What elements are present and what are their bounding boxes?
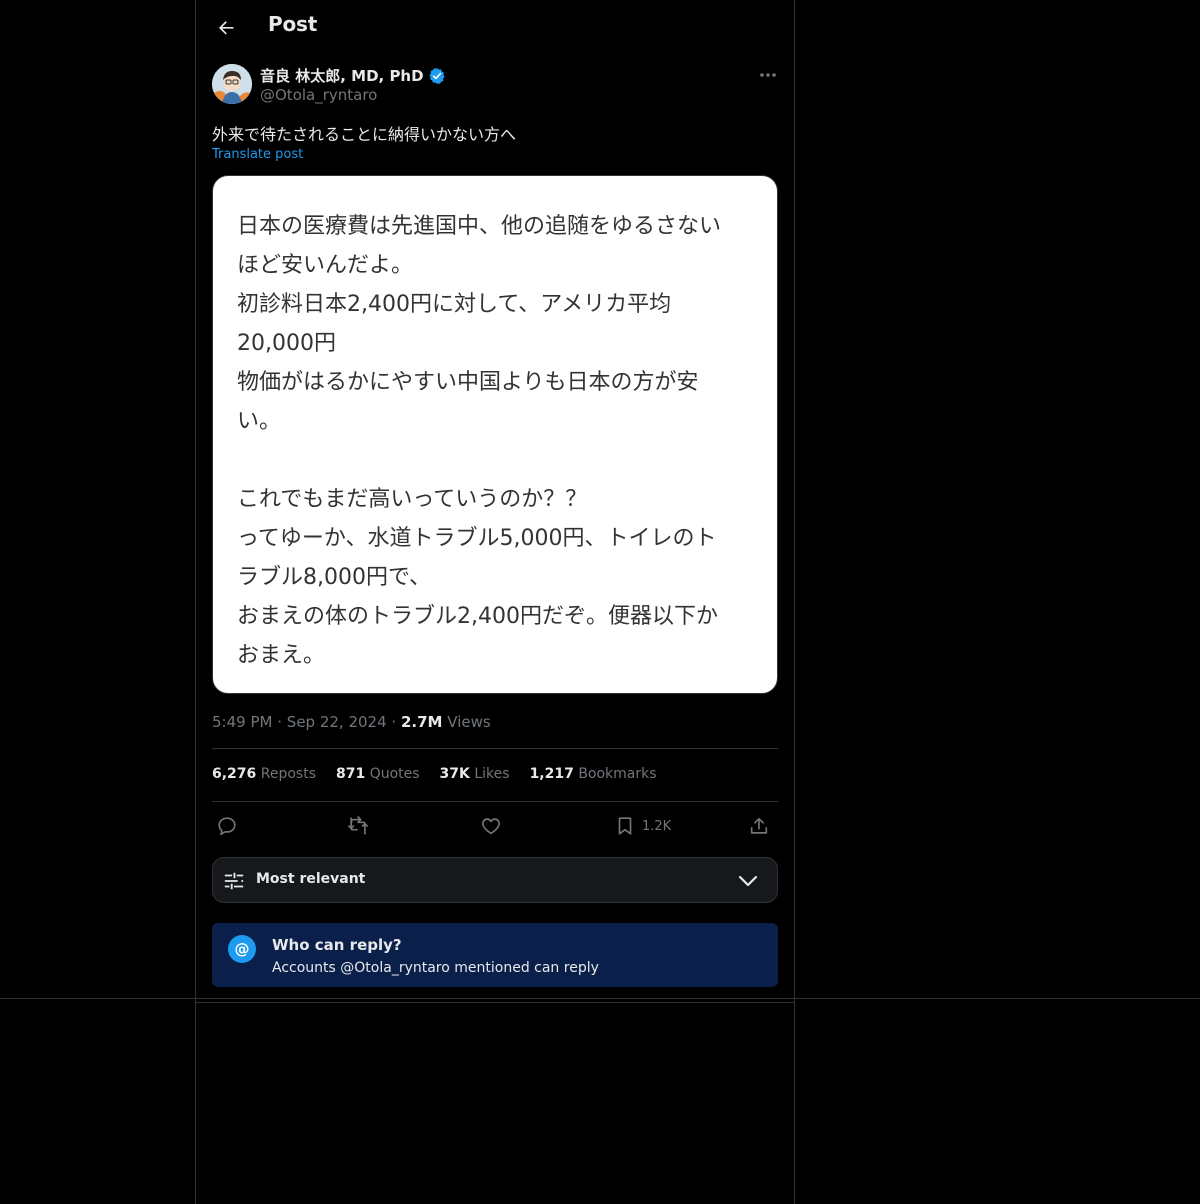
repost-button[interactable] <box>346 812 370 840</box>
translate-post-link[interactable]: Translate post <box>212 147 303 162</box>
at-icon: @ <box>228 935 256 963</box>
reply-sort-dropdown[interactable]: Most relevant <box>212 857 778 903</box>
share-button[interactable] <box>748 812 770 840</box>
like-icon <box>482 818 500 835</box>
post-image-line: おまえの体のトラブル2,400円だぞ。便器以下か <box>237 604 718 629</box>
divider <box>212 801 778 802</box>
post-image-line: ほど安いんだよ。 <box>237 253 414 278</box>
divider <box>212 748 778 749</box>
back-button[interactable] <box>208 9 244 45</box>
bookmark-icon <box>618 817 632 835</box>
reposts-stat[interactable]: 6,276 Reposts <box>212 766 316 782</box>
post-image-text: 日本の医療費は先進国中、他の追随をゆるさない ほど安いんだよ。初診料日本2,400… <box>237 207 757 675</box>
like-button[interactable] <box>480 812 502 840</box>
action-bar: 1.2K <box>212 812 778 840</box>
sort-label: Most relevant <box>256 871 366 887</box>
author-name-row[interactable]: 音良 林太郎, MD, PhD <box>260 65 446 86</box>
page-title: Post <box>268 12 318 36</box>
share-icon <box>750 817 768 834</box>
post-text: 外来で待たされることに納得いかない方へ <box>212 125 517 144</box>
post-image-line: 20,000円 <box>237 331 336 356</box>
page-header: Post <box>196 0 794 54</box>
post-image-line: ラブル8,000円で、 <box>237 565 432 590</box>
post-image-line: い。 <box>237 409 282 434</box>
more-icon <box>760 73 776 77</box>
author-name[interactable]: 音良 林太郎, MD, PhD <box>260 65 424 86</box>
post-image-line: 日本の医療費は先進国中、他の追随をゆるさない <box>237 214 722 239</box>
avatar[interactable] <box>212 64 252 104</box>
post-column: Post 音良 林太郎, MD, PhD @Otola_ryntaro 外来で待… <box>195 0 795 1204</box>
post-stats: 6,276 Reposts 871 Quotes 37K Likes 1,217… <box>212 766 657 782</box>
post-image-line: おまえ。 <box>237 643 326 668</box>
bookmark-button[interactable]: 1.2K <box>614 812 671 840</box>
back-arrow-icon <box>219 21 234 35</box>
post-image-line: これでもまだ高いっていうのか？？ <box>237 487 588 512</box>
quotes-stat[interactable]: 871 Quotes <box>336 766 420 782</box>
views-count: 2.7M <box>400 713 443 731</box>
post-date[interactable]: Sep 22, 2024 <box>287 713 387 731</box>
repost-icon <box>348 816 368 835</box>
meta-separator: · <box>277 713 283 731</box>
reply-button[interactable] <box>216 812 238 840</box>
sliders-icon <box>224 872 244 890</box>
bookmark-count: 1.2K <box>642 818 672 834</box>
views-label: Views <box>447 713 491 731</box>
reply-restriction-title: Who can reply? <box>272 936 402 954</box>
meta-separator: · <box>391 713 397 731</box>
reply-restriction-notice: @ Who can reply? Accounts @Otola_ryntaro… <box>212 923 778 987</box>
post-meta: 5:49 PM · Sep 22, 2024 · 2.7M Views <box>212 713 491 731</box>
chevron-down-icon <box>738 875 758 887</box>
reply-restriction-subtitle: Accounts @Otola_ryntaro mentioned can re… <box>272 960 599 976</box>
post-image[interactable]: 日本の医療費は先進国中、他の追随をゆるさない ほど安いんだよ。初診料日本2,400… <box>212 175 778 694</box>
verified-badge-icon <box>429 67 445 84</box>
post-image-line: 初診料日本2,400円に対して、アメリカ平均 <box>237 292 672 317</box>
more-button[interactable] <box>756 64 780 86</box>
post-image-line: 物価がはるかにやすい中国よりも日本の方が安 <box>237 370 699 395</box>
post-image-line <box>237 441 757 480</box>
author-handle[interactable]: @Otola_ryntaro <box>260 86 377 104</box>
post-image-line: ってゆーか、水道トラブル5,000円、トイレのト <box>237 526 717 551</box>
post-time[interactable]: 5:49 PM <box>212 713 272 731</box>
likes-stat[interactable]: 37K Likes <box>440 766 510 782</box>
bookmarks-stat[interactable]: 1,217 Bookmarks <box>530 766 657 782</box>
divider <box>196 1002 794 1003</box>
reply-icon <box>218 817 236 836</box>
